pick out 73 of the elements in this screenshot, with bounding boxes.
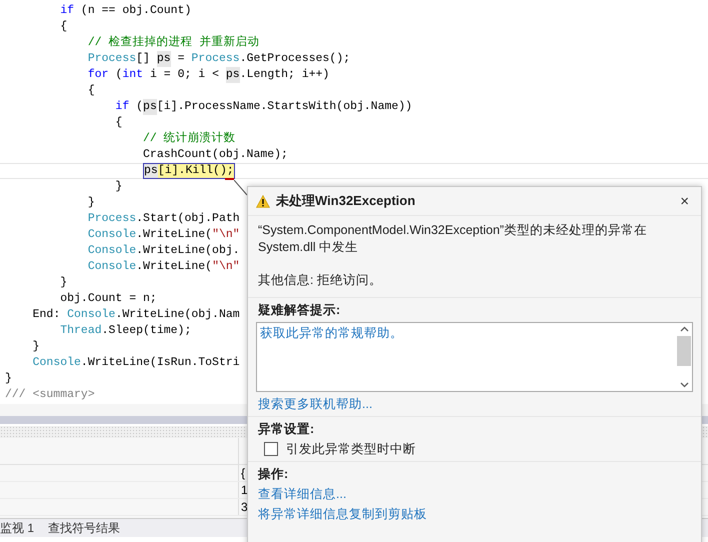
code-text: [i].Kill();	[158, 164, 234, 178]
code-text: "\n"	[212, 227, 240, 243]
scroll-down-icon[interactable]	[680, 382, 688, 388]
code-text: for	[88, 67, 109, 83]
code-text: .WriteLine(obj.Nam	[115, 307, 240, 323]
table-cell-text: 1	[240, 482, 248, 498]
code-text: }	[5, 371, 12, 387]
code-text: }	[60, 275, 68, 291]
section-heading: 操作:	[258, 466, 288, 482]
code-text: Process	[88, 51, 136, 67]
leader-line	[234, 180, 248, 196]
code-text: ps	[144, 164, 158, 178]
panel-tab[interactable]: 监视 1	[0, 520, 34, 536]
scrollbar-thumb[interactable]	[677, 336, 691, 366]
table-cell-text: 3	[240, 499, 248, 515]
code-text: .Start(obj.Path	[136, 211, 240, 227]
code-text: (n == obj.Count)	[80, 3, 192, 19]
code-text: CrashCount(obj.Name);	[143, 147, 288, 163]
code-text: }	[32, 339, 40, 355]
section-heading: 异常设置:	[258, 421, 314, 437]
code-text: ps	[143, 99, 157, 115]
code-text: }	[88, 195, 95, 211]
code-text: i = 0; i <	[148, 67, 220, 83]
code-text: .Length; i++)	[240, 67, 330, 83]
code-text: obj.Count = n;	[60, 291, 157, 307]
scroll-up-icon[interactable]	[680, 326, 688, 332]
code-text: Console	[32, 355, 81, 371]
code-text: .Sleep(time);	[102, 323, 192, 339]
panel-tab[interactable]: 查找符号结果	[48, 520, 120, 536]
code-text: =	[176, 51, 186, 67]
checkbox-label: 引发此异常类型时中断	[286, 441, 416, 457]
code-text: .GetProcesses();	[240, 51, 350, 67]
code-text: ps	[156, 51, 171, 67]
code-text: .WriteLine(	[136, 259, 212, 275]
code-text: "\n"	[212, 259, 240, 275]
code-text: Process	[88, 211, 136, 227]
code-text: .WriteLine(IsRun.ToStri	[80, 355, 240, 371]
action-link[interactable]: 将异常详细信息复制到剪贴板	[258, 506, 427, 522]
code-text: End:	[32, 307, 62, 323]
code-text: (	[135, 99, 144, 115]
code-text: ps	[226, 67, 240, 83]
code-text: {	[60, 19, 68, 35]
search-help-link[interactable]: 搜索更多联机帮助...	[258, 396, 372, 412]
code-text: Console	[88, 227, 136, 243]
close-button[interactable]: ×	[676, 192, 693, 210]
code-text: if	[115, 99, 130, 115]
code-text: {	[115, 115, 122, 131]
code-text: {	[88, 83, 95, 99]
help-link[interactable]: 获取此异常的常规帮助。	[260, 326, 403, 340]
code-text: if	[60, 3, 74, 19]
action-link[interactable]: 查看详细信息...	[258, 486, 346, 502]
code-text: Console	[67, 307, 116, 323]
code-text: (	[114, 67, 122, 83]
code-text: int	[122, 67, 144, 83]
code-text: []	[136, 51, 151, 67]
exception-message: “System.ComponentModel.Win32Exception”类型的未经处理的异常在 System.dll 中发生	[258, 222, 648, 256]
code-comment: /// <summary>	[5, 387, 95, 403]
code-text: }	[115, 179, 122, 195]
additional-info: 其他信息: 拒绝访问。	[258, 272, 383, 289]
section-heading: 疑难解答提示:	[258, 302, 340, 318]
break-checkbox[interactable]	[264, 442, 278, 456]
code-text: Process	[191, 51, 240, 67]
code-text: .WriteLine(	[136, 227, 212, 243]
code-text: Console	[88, 243, 136, 259]
popup-title: 未处理Win32Exception	[276, 192, 416, 210]
code-text: [i].ProcessName.StartsWith(obj.Name))	[156, 99, 412, 115]
code-text: Console	[88, 259, 136, 275]
code-text: Thread	[60, 323, 102, 339]
code-text: .WriteLine(obj.	[136, 243, 240, 259]
table-cell-text: {	[240, 465, 246, 481]
warning-icon	[256, 194, 270, 208]
code-comment: // 检查挂掉的进程 并重新启动	[88, 35, 260, 51]
code-comment: // 统计崩溃计数	[143, 131, 236, 147]
